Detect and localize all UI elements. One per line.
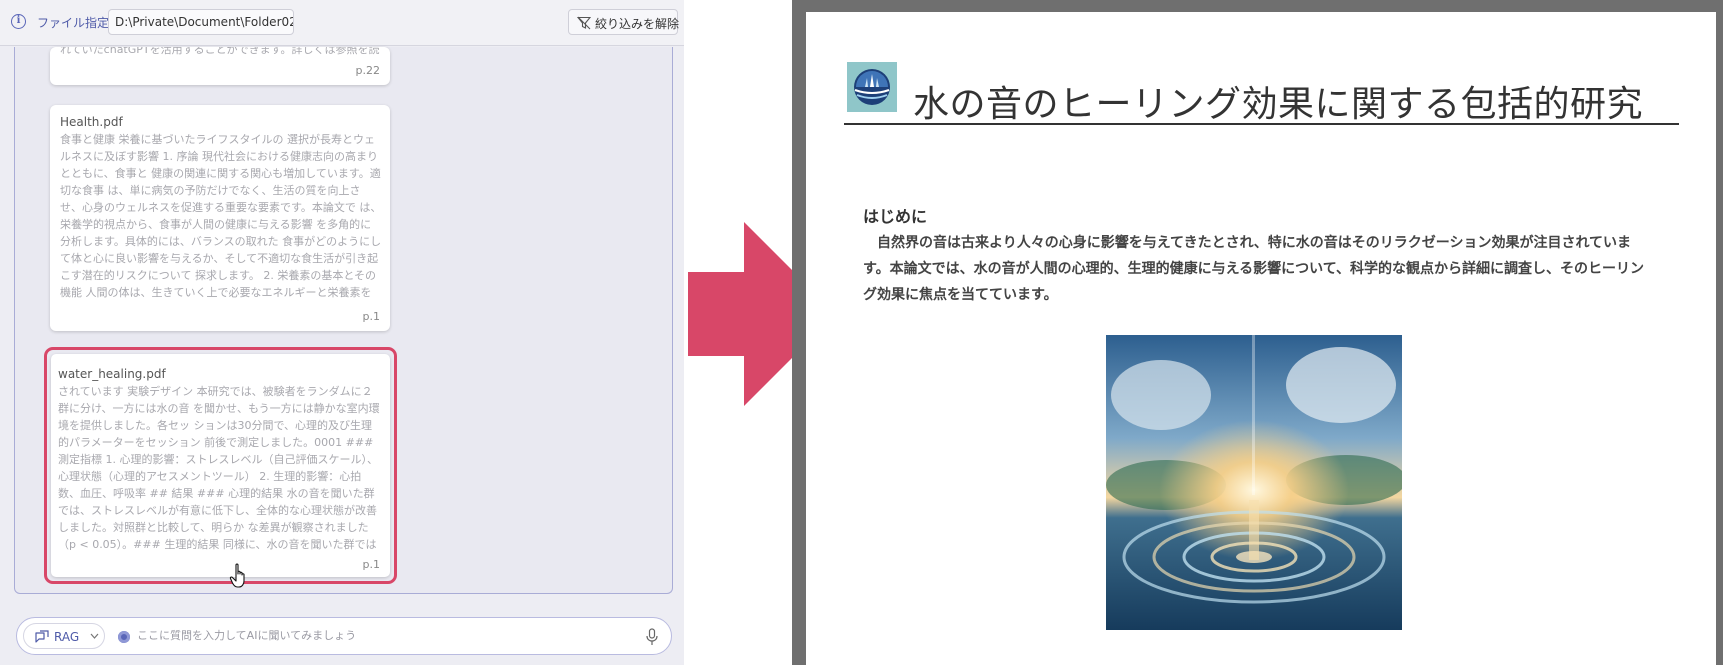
result-page: p.1 bbox=[362, 558, 380, 571]
file-toolbar: i ファイル指定 D:\Private\Document\Folder02\ 絞… bbox=[0, 0, 684, 46]
section-heading: はじめに bbox=[863, 207, 928, 226]
filter-off-icon bbox=[577, 16, 591, 30]
mic-icon[interactable] bbox=[645, 628, 659, 646]
result-card[interactable]: れていたchatGPTを活用することができます。詳しくは参照を読み p.22 bbox=[50, 47, 390, 85]
result-filename: water_healing.pdf bbox=[58, 367, 166, 381]
file-select-label[interactable]: ファイル指定 bbox=[37, 14, 109, 31]
rag-mode-dropdown[interactable]: RAG bbox=[23, 623, 105, 649]
result-card[interactable]: Health.pdf 食事と健康 栄養に基づいたライフスタイルの 選択が長寿とウ… bbox=[50, 105, 390, 331]
document-title: 水の音のヒーリング効果に関する包括的研究 bbox=[913, 84, 1644, 125]
result-filename: Health.pdf bbox=[60, 115, 123, 129]
folder-path-field[interactable]: D:\Private\Document\Folder02\ bbox=[108, 9, 294, 35]
selected-result-highlight: water_healing.pdf されています 実験デザイン 本研究では、被験… bbox=[44, 347, 397, 584]
question-input[interactable] bbox=[137, 629, 637, 642]
hand-cursor-icon bbox=[229, 563, 245, 588]
result-page: p.1 bbox=[362, 310, 380, 323]
rag-mode-label: RAG bbox=[54, 630, 80, 644]
water-ripple-image bbox=[1106, 335, 1402, 630]
info-icon[interactable]: i bbox=[11, 14, 26, 29]
result-page: p.22 bbox=[355, 64, 380, 77]
result-snippet: されています 実験デザイン 本研究では、被験者をランダムに２群に分け、一方には水… bbox=[58, 385, 380, 551]
title-divider bbox=[844, 123, 1679, 125]
water-logo bbox=[847, 62, 897, 112]
chevron-down-icon bbox=[90, 633, 99, 639]
search-panel: i ファイル指定 D:\Private\Document\Folder02\ 絞… bbox=[0, 0, 684, 665]
clear-filter-button[interactable]: 絞り込みを解除 bbox=[568, 9, 680, 35]
document-viewer: 水の音のヒーリング効果に関する包括的研究 はじめに 自然界の音は古来より人々の心… bbox=[792, 0, 1723, 665]
result-card-selected[interactable]: water_healing.pdf されています 実験デザイン 本研究では、被験… bbox=[51, 354, 390, 577]
intro-paragraph: 自然界の音は古来より人々の心身に影響を与えてきたとされ、特に水の音はそのリラクゼ… bbox=[863, 235, 1645, 303]
document-page: 水の音のヒーリング効果に関する包括的研究 はじめに 自然界の音は古来より人々の心… bbox=[806, 12, 1716, 665]
rag-icon bbox=[35, 630, 49, 643]
chat-input-bar: RAG bbox=[16, 617, 672, 655]
result-snippet: 食事と健康 栄養に基づいたライフスタイルの 選択が長寿とウェルネスに及ぼす影響 … bbox=[60, 133, 382, 299]
record-dot-icon bbox=[118, 631, 130, 643]
result-snippet: れていたchatGPTを活用することができます。詳しくは参照を読み bbox=[60, 47, 380, 56]
clear-filter-label: 絞り込みを解除 bbox=[595, 17, 680, 31]
